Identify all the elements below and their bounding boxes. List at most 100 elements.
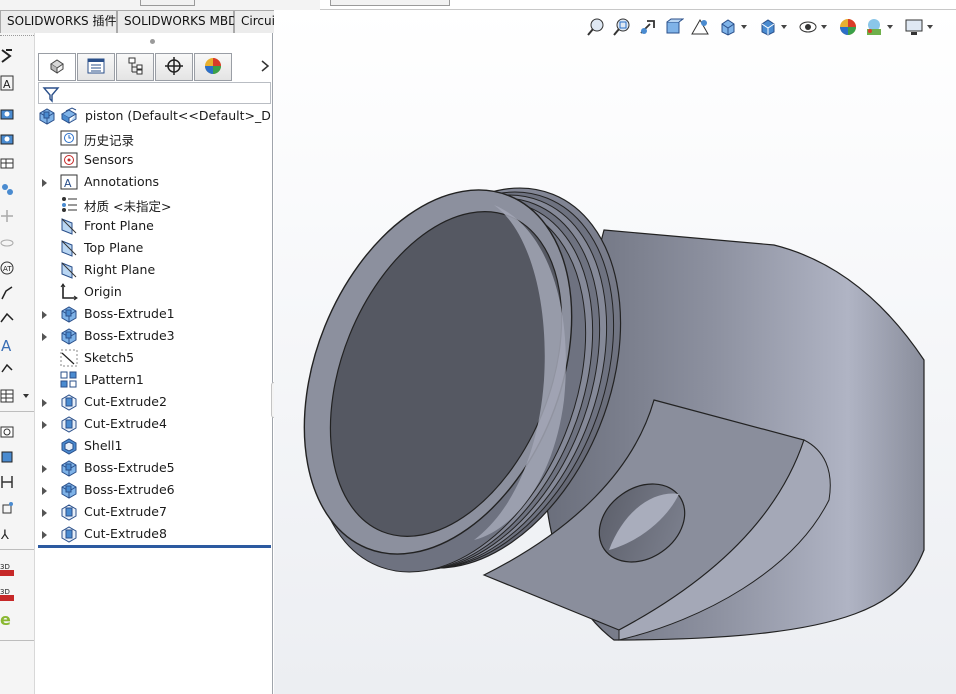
expand-arrow-icon[interactable]: [41, 463, 49, 473]
wrap-icon[interactable]: [0, 48, 14, 64]
tree-item[interactable]: 材质 <未指定>: [36, 193, 271, 215]
zoom-to-area-icon[interactable]: [612, 17, 632, 37]
document-tab-fragment[interactable]: [330, 0, 450, 6]
snapshot-icon[interactable]: [0, 423, 14, 439]
expand-arrow-icon[interactable]: [41, 331, 49, 341]
table-insert-icon[interactable]: [0, 388, 14, 404]
sketch-line-icon[interactable]: [0, 310, 14, 326]
publish-3d-pdf-2-icon[interactable]: 3D: [0, 586, 14, 602]
table-icon[interactable]: [0, 155, 14, 171]
tree-item-label: Cut-Extrude4: [84, 416, 167, 431]
hide-show-dropdown[interactable]: [820, 17, 828, 37]
tolerance-icon[interactable]: ⅄: [0, 526, 14, 542]
tree-item[interactable]: Cut-Extrude2: [36, 391, 271, 413]
dynamic-annotation-views-icon[interactable]: [690, 17, 710, 37]
hide-show-items-icon[interactable]: [798, 17, 818, 37]
display-manager-tab[interactable]: [194, 53, 232, 81]
tree-item[interactable]: Cut-Extrude7: [36, 501, 271, 523]
visibility-icon[interactable]: [0, 235, 14, 251]
display-style-icon[interactable]: [758, 17, 778, 37]
tree-item[interactable]: Boss-Extrude5: [36, 457, 271, 479]
camera-icon[interactable]: [0, 105, 14, 121]
view-settings-dropdown[interactable]: [926, 17, 934, 37]
configuration-manager-tab[interactable]: [116, 53, 154, 81]
panel-grip[interactable]: [150, 39, 155, 44]
expand-arrow-icon[interactable]: [41, 529, 49, 539]
filter-icon[interactable]: [42, 85, 60, 103]
tree-item[interactable]: Boss-Extrude1: [36, 303, 271, 325]
tree-item[interactable]: Top Plane: [36, 237, 271, 259]
tree-item[interactable]: Right Plane: [36, 259, 271, 281]
svg-text:A: A: [1, 337, 12, 353]
boss-extrude-icon: [60, 305, 78, 323]
edit-appearance-icon[interactable]: [838, 17, 858, 37]
tree-item[interactable]: Boss-Extrude3: [36, 325, 271, 347]
tree-item-label: Cut-Extrude2: [84, 394, 167, 409]
expand-arrow-icon[interactable]: [41, 419, 49, 429]
rollback-bar[interactable]: [38, 545, 271, 548]
tree-item[interactable]: 历史记录: [36, 127, 271, 149]
apply-scene-dropdown[interactable]: [886, 17, 894, 37]
tree-item[interactable]: A Annotations: [36, 171, 271, 193]
tree-item-label: Boss-Extrude6: [84, 482, 175, 497]
tab-solidworks-addins[interactable]: SOLIDWORKS 插件: [0, 10, 117, 33]
document-tab-fragment[interactable]: [140, 0, 195, 6]
expand-arrow-icon[interactable]: [41, 507, 49, 517]
feature-manager-tab[interactable]: [38, 53, 76, 81]
tree-filter-field[interactable]: [38, 82, 271, 104]
annotations-icon: A: [60, 173, 78, 191]
boss-extrude-icon: [60, 481, 78, 499]
tree-item-label: Origin: [84, 284, 122, 299]
tree-item[interactable]: Cut-Extrude4: [36, 413, 271, 435]
zoom-to-fit-icon[interactable]: [586, 17, 606, 37]
leader-icon[interactable]: [0, 360, 14, 376]
tree-item[interactable]: Cut-Extrude8: [36, 523, 271, 545]
svg-text:⅄: ⅄: [0, 528, 9, 542]
tree-root-label: piston (Default<<Default>_Disp: [85, 108, 271, 123]
section-view-icon[interactable]: [664, 17, 684, 37]
chevron-down-icon[interactable]: [22, 388, 30, 404]
move-icon[interactable]: [0, 208, 14, 224]
tree-root-item[interactable]: piston (Default<<Default>_Disp: [36, 105, 271, 127]
view-settings-icon[interactable]: [904, 17, 924, 37]
bodies-icon[interactable]: [0, 181, 14, 197]
text-icon[interactable]: A: [0, 75, 14, 91]
piston-model[interactable]: [274, 10, 956, 694]
expand-arrow-icon[interactable]: [41, 309, 49, 319]
tree-item-label: 材质 <未指定>: [84, 199, 172, 214]
3d-view-icon[interactable]: [0, 449, 14, 465]
edrawings-icon[interactable]: e: [0, 611, 14, 627]
dimxpert-manager-tab[interactable]: [155, 53, 193, 81]
previous-view-icon[interactable]: [638, 17, 658, 37]
view-orientation-dropdown[interactable]: [740, 17, 748, 37]
expand-arrow-icon[interactable]: [41, 397, 49, 407]
camera-2-icon[interactable]: [0, 130, 14, 146]
toolbar-separator: [0, 549, 34, 550]
expand-arrow-icon[interactable]: [41, 485, 49, 495]
tree-item[interactable]: Boss-Extrude6: [36, 479, 271, 501]
note-icon[interactable]: AT: [0, 260, 14, 276]
view-orientation-icon[interactable]: [718, 17, 738, 37]
tab-solidworks-mbd[interactable]: SOLIDWORKS MBD: [117, 10, 237, 33]
tree-item[interactable]: Shell1: [36, 435, 271, 457]
display-style-dropdown[interactable]: [780, 17, 788, 37]
expand-arrow-icon[interactable]: [41, 177, 49, 187]
more-tabs-button[interactable]: [258, 59, 272, 75]
part-stack-icon: [38, 107, 56, 125]
datum-icon[interactable]: [0, 500, 14, 516]
tree-item[interactable]: LPattern1: [36, 369, 271, 391]
tree-item[interactable]: Origin: [36, 281, 271, 303]
tree-item[interactable]: Sketch5: [36, 347, 271, 369]
apply-scene-icon[interactable]: [864, 17, 884, 37]
toolbar-separator: [0, 411, 34, 412]
dimension-xpert-icon[interactable]: [0, 474, 14, 490]
smart-dimension-icon[interactable]: [0, 285, 14, 301]
tree-item[interactable]: Sensors: [36, 149, 271, 171]
publish-3d-pdf-icon[interactable]: 3D: [0, 561, 14, 577]
cut-extrude-icon: [60, 415, 78, 433]
property-manager-tab[interactable]: [77, 53, 115, 81]
tree-item[interactable]: Front Plane: [36, 215, 271, 237]
boss-extrude-icon: [60, 327, 78, 345]
tree-item-label: 历史记录: [84, 133, 135, 148]
annotation-text-icon[interactable]: A: [0, 337, 14, 353]
